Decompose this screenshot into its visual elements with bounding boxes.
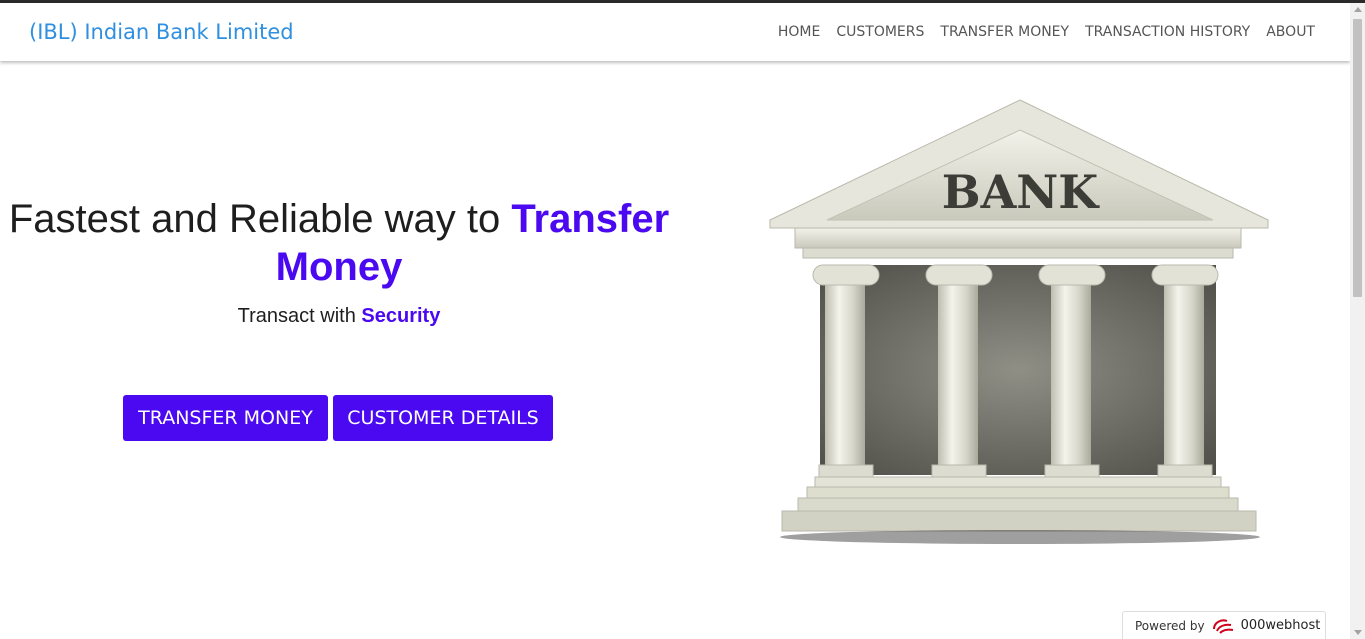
bank-label: BANK [942,165,1101,219]
nav-customers[interactable]: CUSTOMERS [836,24,924,40]
hero-headline: Fastest and Reliable way to Transfer Mon… [0,195,678,291]
vertical-scrollbar[interactable] [1350,3,1365,639]
nav-transaction-history[interactable]: TRANSACTION HISTORY [1085,24,1250,40]
headline-text: Fastest and Reliable way to [8,197,512,241]
scroll-down-arrow-icon[interactable] [1354,630,1362,635]
scroll-thumb[interactable] [1353,19,1362,297]
powered-by-text: Powered by [1135,618,1205,633]
subline-accent: Security [361,305,441,327]
nav-about[interactable]: ABOUT [1266,24,1315,40]
nav-transfer-money[interactable]: TRANSFER MONEY [940,24,1069,40]
scroll-up-arrow-icon[interactable] [1354,7,1362,12]
brand-link[interactable]: (IBL) Indian Bank Limited [29,20,294,44]
webhost-logo-icon [1212,618,1233,634]
powered-by-badge[interactable]: Powered by 000webhost [1122,611,1326,639]
webhost-provider-text: 000webhost [1240,618,1321,633]
transfer-money-button[interactable]: TRANSFER MONEY [123,395,328,441]
hero-section: Fastest and Reliable way to Transfer Mon… [0,195,678,328]
navbar: (IBL) Indian Bank Limited HOME CUSTOMERS… [0,3,1350,61]
customer-details-button[interactable]: CUSTOMER DETAILS [333,395,553,441]
subline-text: Transact with [237,305,362,327]
hero-subline: Transact with Security [0,305,678,328]
nav-links: HOME CUSTOMERS TRANSFER MONEY TRANSACTIO… [778,24,1315,40]
nav-home[interactable]: HOME [778,24,820,40]
bank-building-icon: BANK [769,99,1269,544]
